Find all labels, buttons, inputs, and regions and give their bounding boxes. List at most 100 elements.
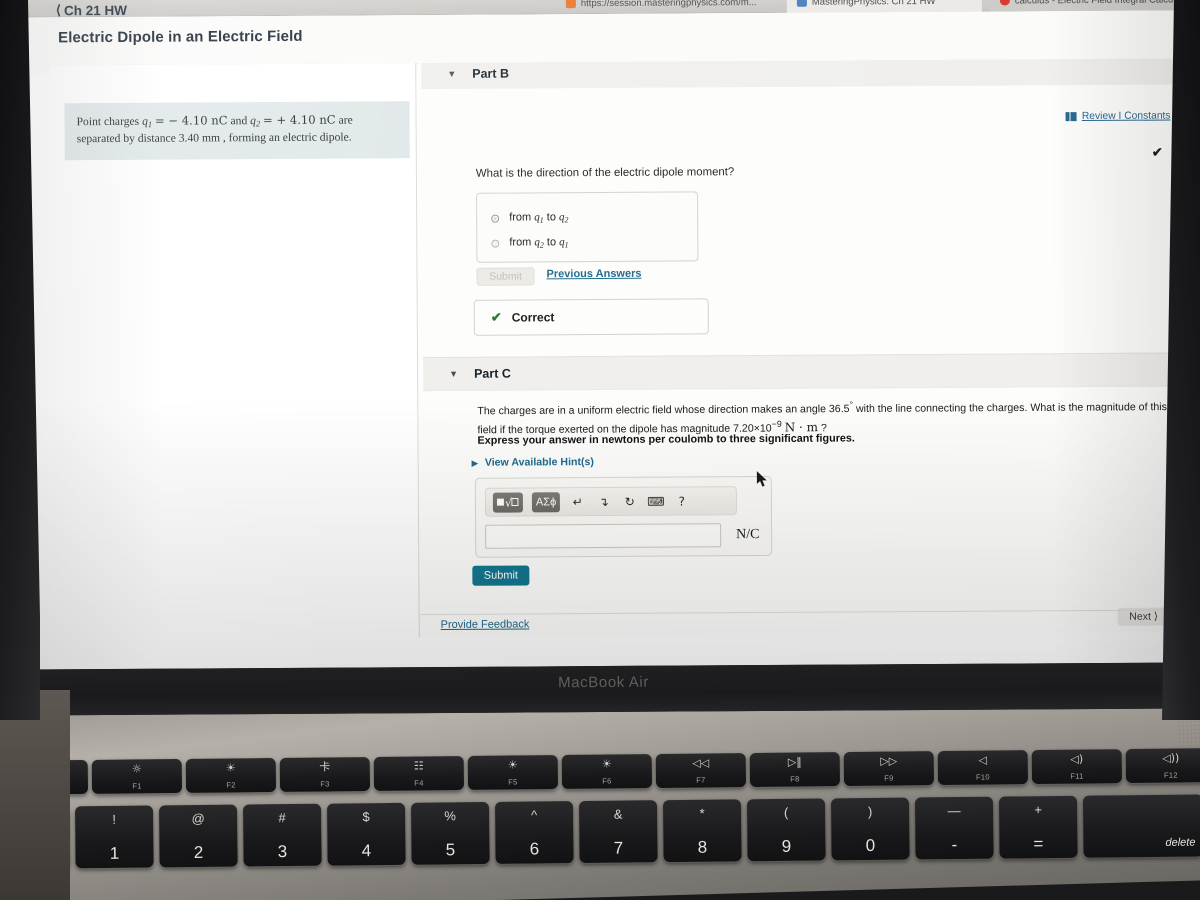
key-label: 5 — [445, 840, 456, 860]
key-=[interactable]: + = — [998, 795, 1078, 859]
key-fn-label: F1 — [132, 781, 142, 791]
radio-button[interactable] — [491, 214, 500, 223]
key-f12[interactable]: ◁)) F12 — [1125, 748, 1200, 784]
part-c-header[interactable]: ▼ Part C — [423, 352, 1192, 392]
chevron-down-icon: ▼ — [447, 68, 457, 79]
key-8[interactable]: * 8 — [662, 799, 742, 863]
key-symbol-icon: ◁ — [978, 753, 988, 767]
choice-prefix: from — [509, 211, 535, 224]
key-shift-label: ( — [783, 804, 789, 820]
part-b-header[interactable]: ▼ Part B — [421, 58, 1192, 90]
key-7[interactable]: & 7 — [578, 800, 658, 864]
key-f6[interactable]: ☀ F6 — [561, 754, 653, 789]
key-f5[interactable]: ☀ F5 — [467, 755, 559, 790]
key-symbol-icon: ▷‖ — [787, 755, 802, 769]
browser-tab-title: calculus - Electric Field Integral Calcu… — [1015, 0, 1182, 6]
sqrt-template-glyph: √ — [496, 497, 519, 509]
undo-arrow-icon[interactable]: ↵ — [569, 495, 586, 509]
key-3[interactable]: #3 — [242, 803, 322, 867]
key-4[interactable]: $4 — [326, 802, 406, 866]
answer-unit-label: N/C — [736, 527, 760, 543]
key-fn-label: F5 — [508, 777, 518, 787]
greek-letters-button[interactable]: ΑΣϕ — [531, 491, 561, 512]
key-fn-label: F3 — [320, 779, 330, 789]
masteringphysics-icon — [796, 0, 807, 7]
key-shift-label: @ — [191, 810, 205, 827]
question-pane: ⟨ 9 of 25 ⟩ Review I Constants ✔ — [417, 58, 1192, 638]
key-shift-label: + — [1034, 802, 1042, 818]
key-5[interactable]: % 5 — [410, 801, 490, 865]
part-c-submit-button[interactable]: Submit — [472, 565, 530, 586]
charge-q1-value: = − 4.10 nC — [154, 113, 228, 128]
chevron-right-icon: ⟩ — [1153, 610, 1159, 623]
page-title: Electric Dipole in an Electric Field — [58, 27, 303, 47]
key-f9[interactable]: ▷▷ F9 — [843, 751, 935, 787]
part-b-submit-button[interactable]: Submit — [476, 267, 535, 286]
choice-option-2[interactable]: from q2 to q1 — [491, 236, 569, 250]
back-link-label: Ch 21 HW — [63, 2, 128, 18]
key-f1[interactable]: ☼ F1 — [91, 758, 183, 794]
key-1[interactable]: ! 1 — [75, 805, 154, 869]
key--[interactable]: — - — [914, 796, 994, 860]
browser-tab-url[interactable]: https://session.masteringphysics.com/m..… — [556, 0, 771, 14]
key-symbol-icon: ☀ — [601, 757, 612, 771]
footer-divider — [420, 609, 1192, 616]
template-icon[interactable]: √ — [492, 491, 523, 513]
key-fn-label: F6 — [602, 776, 612, 786]
key-symbol-icon: ☀ — [507, 758, 518, 772]
view-hints-toggle[interactable]: ▶ View Available Hint(s) — [472, 456, 594, 469]
masteringphysics-page: ⟨ Ch 21 HW Electric Dipole in an Electri… — [21, 2, 1192, 670]
key-label: = — [1033, 834, 1044, 854]
key-shift-label: ! — [112, 811, 117, 827]
browser-tab-title: https://session.masteringphysics.com/m..… — [580, 0, 757, 9]
key-9[interactable]: (9 — [746, 798, 826, 862]
review-constants-link[interactable]: Review I Constants — [1065, 110, 1171, 123]
are-word: are — [338, 113, 353, 127]
choice-prefix: from — [509, 236, 535, 249]
back-to-assignment-link[interactable]: ⟨ Ch 21 HW — [56, 2, 127, 18]
radio-button[interactable] — [491, 239, 500, 248]
question-segment-a: The charges are in a uniform electric fi… — [477, 403, 850, 418]
key-label: 7 — [613, 838, 624, 858]
key-symbol-icon: 卡 — [319, 760, 331, 774]
choice-sub-2: 1 — [564, 240, 569, 250]
choice-option-1[interactable]: from q1 to q2 — [491, 211, 568, 225]
key-f4[interactable]: ☷ F4 — [373, 756, 465, 791]
key-fn-label: F11 — [1070, 771, 1084, 781]
key-label: - — [951, 835, 958, 855]
charge-q2-value: = + 4.10 nC — [262, 112, 336, 128]
part-c-label: Part C — [474, 366, 511, 381]
key-f2[interactable]: ☀ F2 — [185, 757, 277, 793]
help-icon[interactable]: ? — [673, 494, 690, 508]
key-f7[interactable]: ◁◁ F7 — [655, 753, 747, 789]
display-chin-bezel: MacBook Air — [0, 662, 1200, 716]
part-c-instruction: Express your answer in newtons per coulo… — [477, 432, 855, 447]
key-f3[interactable]: 卡 F3 — [279, 757, 371, 792]
key-symbol-icon: ☼ — [131, 762, 142, 776]
keyboard-icon[interactable]: ⌨ — [647, 494, 664, 508]
reset-circle-icon[interactable]: ↻ — [621, 494, 638, 508]
laptop-display-panel: https://session.masteringphysics.com/m..… — [0, 0, 1200, 716]
part-b-choices: from q1 to q2 from q2 to q1 — [476, 191, 699, 263]
key-delete[interactable]: delete — [1082, 794, 1200, 858]
key-symbol-icon: ◁) — [1070, 752, 1084, 766]
key-0[interactable]: ) 0 — [830, 797, 910, 861]
part-b-status-badge: ✔ Correct — [473, 298, 709, 336]
review-constants-label: Review I Constants — [1081, 110, 1171, 123]
key-label: 8 — [697, 837, 708, 857]
key-label: delete — [1165, 836, 1196, 849]
provide-feedback-link[interactable]: Provide Feedback — [441, 618, 530, 631]
key-6[interactable]: ^ 6 — [494, 801, 574, 864]
key-shift-label: ^ — [530, 807, 538, 823]
previous-answers-link[interactable]: Previous Answers — [546, 268, 641, 281]
answer-input[interactable] — [485, 523, 722, 549]
charge-q2-subscript: 2 — [255, 119, 261, 129]
key-2[interactable]: @2 — [158, 804, 238, 868]
choice-label: from q2 to q1 — [509, 236, 568, 250]
key-f10[interactable]: ◁ F10 — [937, 750, 1029, 786]
choice-mid: to — [543, 211, 560, 224]
problem-lead: Point charges — [76, 114, 140, 129]
key-f8[interactable]: ▷‖ F8 — [749, 752, 841, 788]
redo-arrow-icon[interactable]: ↴ — [595, 494, 612, 508]
key-f11[interactable]: ◁) F11 — [1031, 749, 1123, 785]
